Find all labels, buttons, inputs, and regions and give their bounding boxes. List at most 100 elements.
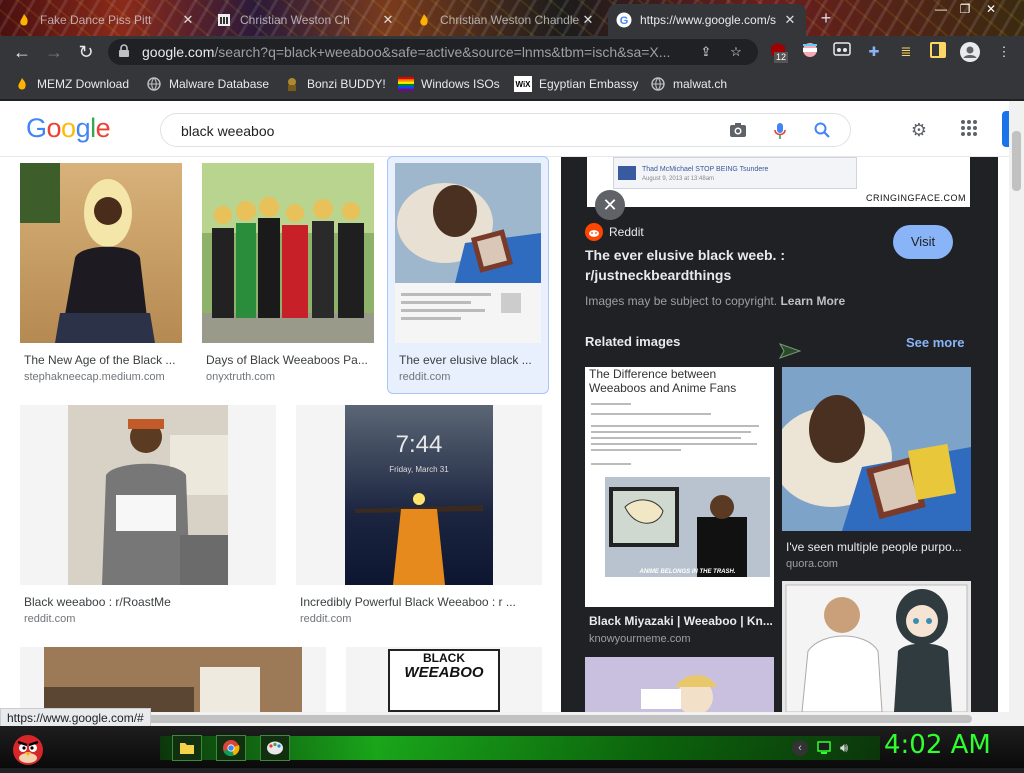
bookmark-malware-database[interactable]: Malware Database [146, 68, 269, 100]
bookmark-bonzi-buddy[interactable]: Bonzi BUDDY! [284, 68, 386, 100]
tray-network-icon[interactable] [816, 740, 832, 756]
side-panel-icon[interactable] [928, 42, 948, 62]
result-thumbnail[interactable]: BLACK WEEABOO [346, 647, 542, 712]
search-box[interactable]: black weeaboo [160, 113, 851, 147]
bookmark-egyptian-embassy[interactable]: WiX Egyptian Embassy [514, 68, 638, 100]
image-result-5[interactable]: 7:44 Friday, March 31 Incredibly Powerfu… [296, 405, 542, 627]
reload-icon[interactable]: ↻ [74, 40, 98, 64]
result-thumbnail[interactable] [20, 405, 276, 585]
svg-text:G: G [620, 15, 629, 27]
taskbar-paint-icon[interactable] [260, 735, 290, 761]
image-result-1[interactable]: The New Age of the Black ... stephakneec… [20, 163, 182, 383]
result-thumbnail[interactable] [20, 163, 182, 343]
image-result-7[interactable]: BLACK WEEABOO [346, 647, 542, 712]
taskbar-clock[interactable]: 4:02 AM [884, 730, 991, 760]
close-window-icon[interactable]: ✕ [980, 0, 1002, 18]
result-caption[interactable]: Days of Black Weeaboos Pa... [206, 353, 370, 367]
cursor-arrow-icon [778, 343, 802, 359]
bookmark-malwatch[interactable]: malwat.ch [650, 68, 727, 100]
result-caption[interactable]: The ever elusive black ... [399, 353, 539, 367]
address-bar[interactable]: google.com/search?q=black+weeaboo&safe=a… [108, 39, 758, 65]
result-source: stephakneecap.medium.com [24, 371, 165, 383]
result-source: onyxtruth.com [206, 371, 276, 383]
settings-gear-icon[interactable]: ⚙ [908, 119, 930, 141]
extension-glasses-icon[interactable] [832, 42, 852, 62]
minimize-icon[interactable]: — [930, 0, 952, 18]
close-tab-icon[interactable]: ✕ [380, 12, 396, 28]
back-arrow-icon[interactable]: ← [10, 40, 34, 64]
close-preview-icon[interactable]: ✕ [595, 190, 625, 220]
bookmark-memz[interactable]: MEMZ Download [14, 68, 129, 100]
preview-comment-line2: August 9, 2013 at 13:48am [642, 176, 715, 182]
bookmark-label: MEMZ Download [37, 77, 130, 91]
scrollbar-thumb[interactable] [12, 715, 972, 723]
close-tab-icon[interactable]: ✕ [782, 12, 798, 28]
google-header: Google black weeaboo ⚙ [0, 101, 1009, 157]
bookmark-star-icon[interactable]: ☆ [726, 42, 746, 62]
related-image-1[interactable]: The Difference between Weeaboos and Anim… [585, 367, 774, 607]
status-bar-url: https://www.google.com/# [0, 708, 151, 728]
media-queue-icon[interactable]: ≣ [896, 42, 916, 62]
pride-extension-icon[interactable] [800, 42, 820, 62]
taskbar-chrome-icon[interactable] [216, 735, 246, 761]
tab-4-active[interactable]: G https://www.google.com/s ✕ [608, 4, 806, 36]
preview-title[interactable]: The ever elusive black weeb. : r/justnec… [585, 245, 875, 285]
tab-3[interactable]: Christian Weston Chandler ✕ [408, 4, 604, 36]
restore-icon[interactable]: ❐ [954, 0, 976, 18]
result-caption[interactable]: Incredibly Powerful Black Weeaboo : r ..… [300, 595, 536, 609]
bookmark-label: Egyptian Embassy [539, 77, 639, 91]
image-result-3[interactable]: The ever elusive black ... reddit.com [395, 163, 541, 383]
related-image-1-footer: ANIME BELONGS IN THE TRASH. [639, 569, 736, 575]
result-thumbnail[interactable] [202, 163, 374, 343]
image-result-6[interactable] [20, 647, 326, 712]
sign-in-button[interactable] [1002, 111, 1009, 147]
close-tab-icon[interactable]: ✕ [580, 12, 596, 28]
result-thumbnail[interactable] [20, 647, 326, 712]
related-image-1-body [591, 403, 767, 473]
start-button-angry-bird-icon[interactable] [8, 728, 48, 768]
camera-search-icon[interactable] [729, 122, 747, 140]
visit-button[interactable]: Visit [893, 225, 953, 259]
tab-1[interactable]: Fake Dance Piss Pitt ✕ [8, 4, 204, 36]
new-tab-button[interactable]: + [816, 8, 836, 28]
image-result-2[interactable]: Days of Black Weeaboos Pa... onyxtruth.c… [202, 163, 374, 383]
copyright-text: Images may be subject to copyright. [585, 294, 778, 308]
forward-arrow-icon[interactable]: → [42, 40, 66, 64]
microphone-icon[interactable] [771, 122, 789, 140]
taskbar-file-explorer-icon[interactable] [172, 735, 202, 761]
image-result-4[interactable]: Black weeaboo : r/RoastMe reddit.com [20, 405, 276, 627]
tab-1-title: Fake Dance Piss Pitt [40, 13, 152, 27]
browser-menu-icon[interactable]: ⋮ [994, 42, 1014, 62]
google-logo[interactable]: Google [26, 113, 111, 144]
tray-volume-icon[interactable]: 🔊︎ [840, 740, 856, 756]
vertical-scrollbar[interactable] [1009, 101, 1024, 712]
related-caption[interactable]: I've seen multiple people purpo... [786, 540, 970, 554]
related-image-3[interactable] [782, 581, 971, 712]
learn-more-link[interactable]: Learn More [780, 294, 845, 308]
close-tab-icon[interactable]: ✕ [180, 12, 196, 28]
tab-2[interactable]: Christian Weston Ch ✕ [208, 4, 404, 36]
related-image-2[interactable] [782, 367, 971, 531]
extensions-puzzle-icon[interactable]: ✚ [864, 42, 884, 62]
related-image-4[interactable] [585, 657, 774, 712]
preview-site-name[interactable]: Reddit [609, 225, 644, 239]
share-icon[interactable]: ⇪ [696, 42, 716, 62]
related-caption[interactable]: Black Miyazaki | Weeaboo | Kn... [589, 614, 773, 628]
preview-image[interactable]: Thad McMichael STOP BEING Tsundere Augus… [587, 157, 970, 207]
result-thumbnail[interactable]: 7:44 Friday, March 31 [296, 405, 542, 585]
tray-expand-chevron-icon[interactable]: ‹ [792, 740, 808, 756]
bookmark-windows-isos[interactable]: Windows ISOs [398, 68, 500, 100]
search-query-text[interactable]: black weeaboo [181, 114, 274, 148]
result-thumbnail[interactable] [395, 163, 541, 343]
profile-avatar-icon[interactable] [960, 42, 980, 62]
search-icon[interactable] [813, 122, 831, 140]
apps-grid-icon[interactable] [958, 119, 980, 141]
scrollbar-thumb[interactable] [1012, 131, 1021, 191]
related-source: quora.com [786, 558, 838, 570]
result-source: reddit.com [300, 613, 352, 625]
see-more-link[interactable]: See more [906, 335, 965, 350]
result-caption[interactable]: Black weeaboo : r/RoastMe [24, 595, 274, 609]
result-caption[interactable]: The New Age of the Black ... [24, 353, 180, 367]
ublock-extension-icon[interactable]: 12 [768, 42, 789, 63]
horizontal-scrollbar[interactable] [0, 712, 1024, 726]
